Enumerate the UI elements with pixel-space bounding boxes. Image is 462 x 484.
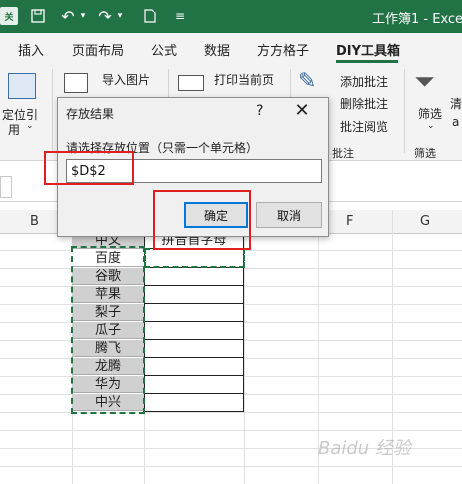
annotation-highlight-input bbox=[44, 151, 134, 185]
tab-data[interactable]: 数据 bbox=[204, 40, 230, 59]
cell-c4[interactable] bbox=[144, 286, 244, 304]
grid-line bbox=[0, 430, 462, 431]
tab-insert[interactable]: 插入 bbox=[18, 40, 44, 59]
cell-c5[interactable] bbox=[144, 304, 244, 322]
column-header-b[interactable]: B bbox=[30, 214, 39, 229]
pen-icon[interactable]: ✎ bbox=[298, 69, 316, 94]
undo-icon[interactable]: ↶ bbox=[58, 6, 78, 26]
dialog-title: 存放结果 bbox=[66, 107, 115, 121]
name-box[interactable] bbox=[0, 176, 12, 198]
tab-formulas[interactable]: 公式 bbox=[151, 40, 177, 59]
title-bar: 关 ↶ ▾ ↷ ▾ ≡ 工作簿1 - Excel bbox=[0, 0, 462, 33]
selection-marquee-b bbox=[71, 246, 145, 414]
chevron-down-icon[interactable]: ⌄ bbox=[26, 121, 34, 131]
customize-toolbar-icon[interactable]: ≡ bbox=[170, 6, 190, 26]
filter-button[interactable]: 筛选 bbox=[418, 105, 442, 122]
partial-label: a bbox=[452, 115, 460, 129]
comment-group-label: 批注 bbox=[332, 147, 354, 160]
help-icon[interactable]: ? bbox=[256, 103, 263, 119]
group-divider bbox=[404, 69, 405, 153]
cell-c7[interactable] bbox=[144, 340, 244, 358]
document-icon[interactable] bbox=[140, 6, 160, 26]
watermark: Baidu 经验 bbox=[318, 438, 411, 459]
ribbon-tabs: 插入 页面布局 公式 数据 方方格子 DIY工具箱 bbox=[0, 33, 462, 63]
cell-c3[interactable] bbox=[144, 268, 244, 286]
tab-diy-toolbox[interactable]: DIY工具箱 bbox=[336, 40, 400, 59]
redo-dropdown-icon[interactable]: ▾ bbox=[115, 6, 125, 26]
tab-page-layout[interactable]: 页面布局 bbox=[72, 40, 124, 59]
save-icon[interactable] bbox=[28, 6, 48, 26]
column-header-g[interactable]: G bbox=[420, 214, 430, 229]
delete-comment-button[interactable]: 删除批注 bbox=[340, 95, 388, 112]
locate-reference-icon[interactable] bbox=[8, 73, 36, 99]
add-comment-button[interactable]: 添加批注 bbox=[340, 73, 388, 90]
redo-icon[interactable]: ↷ bbox=[95, 6, 115, 26]
grid-line bbox=[0, 466, 462, 467]
chevron-down-icon[interactable]: ⌄ bbox=[427, 121, 435, 131]
comment-view-button[interactable]: 批注阅览 bbox=[340, 118, 388, 135]
app-logo: 关 bbox=[0, 7, 18, 25]
cancel-button[interactable]: 取消 bbox=[256, 202, 322, 228]
close-icon[interactable]: ✕ bbox=[291, 100, 313, 122]
window-title: 工作簿1 - Excel bbox=[372, 12, 462, 27]
cell-c10[interactable] bbox=[144, 394, 244, 412]
grid-line bbox=[0, 412, 462, 413]
import-images-button[interactable]: 导入图片 bbox=[102, 71, 150, 88]
filter-icon[interactable]: ⏷ bbox=[414, 67, 435, 98]
undo-dropdown-icon[interactable]: ▾ bbox=[78, 6, 88, 26]
clear-button-partial[interactable]: 清 bbox=[450, 95, 462, 112]
print-current-page-button[interactable]: 打印当前页 bbox=[214, 71, 274, 88]
cell-c9[interactable] bbox=[144, 376, 244, 394]
image-icon[interactable] bbox=[64, 73, 88, 93]
cell-c8[interactable] bbox=[144, 358, 244, 376]
annotation-highlight-ok bbox=[153, 190, 251, 250]
filter-group-label: 筛选 bbox=[414, 147, 436, 160]
locate-reference-label-2[interactable]: 用 bbox=[8, 121, 20, 138]
group-divider bbox=[52, 69, 53, 153]
selection-marquee-c2 bbox=[144, 248, 245, 268]
printer-icon[interactable] bbox=[178, 75, 204, 91]
column-header-f[interactable]: F bbox=[346, 214, 353, 229]
cell-c6[interactable] bbox=[144, 322, 244, 340]
tab-fangfang[interactable]: 方方格子 bbox=[257, 40, 309, 59]
